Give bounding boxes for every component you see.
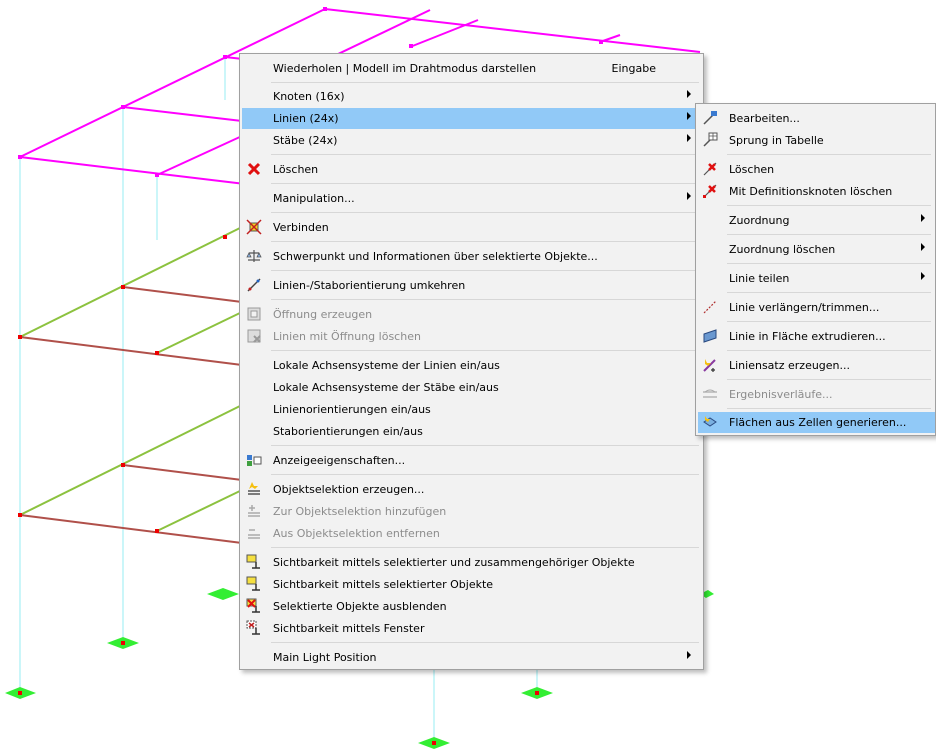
submenu-item-divide-line[interactable]: Linie teilen [698, 268, 935, 289]
menu-item-visibility-selected[interactable]: Sichtbarkeit mittels selektierter Objekt… [242, 574, 701, 595]
visibility-related-icon [246, 554, 262, 570]
submenu-item-line-set[interactable]: Liniensatz erzeugen... [698, 355, 935, 376]
menu-item-member-orientation-toggle[interactable]: Staborientierungen ein/aus [242, 421, 701, 442]
separator [271, 474, 699, 475]
submenu-arrow-icon [687, 134, 691, 142]
menu-item-visibility-related[interactable]: Sichtbarkeit mittels selektierter und zu… [242, 552, 701, 573]
delete-with-nodes-icon [702, 183, 718, 199]
selection-remove-icon [246, 525, 262, 541]
extrude-icon [702, 328, 718, 344]
delete-icon [702, 161, 718, 177]
separator [727, 408, 931, 409]
separator [271, 82, 699, 83]
result-diagram-icon [702, 386, 718, 402]
visibility-window-icon [246, 620, 262, 636]
visibility-selected-icon [246, 576, 262, 592]
submenu-item-delete-with-nodes[interactable]: Mit Definitionsknoten löschen [698, 181, 935, 202]
separator [727, 292, 931, 293]
separator [271, 241, 699, 242]
menu-item-add-to-selection[interactable]: Zur Objektselektion hinzufügen [242, 501, 701, 522]
separator [727, 205, 931, 206]
lines-submenu: Bearbeiten... Sprung in Tabelle Löschen … [695, 103, 936, 436]
submenu-arrow-icon [921, 272, 925, 280]
menu-item-member-axes-toggle[interactable]: Lokale Achsensysteme der Stäbe ein/aus [242, 377, 701, 398]
submenu-item-extrude[interactable]: Linie in Fläche extrudieren... [698, 326, 935, 347]
line-set-icon [702, 357, 718, 373]
opening-create-icon [246, 306, 262, 322]
menu-item-manipulation[interactable]: Manipulation... [242, 188, 701, 209]
separator [271, 350, 699, 351]
submenu-item-jump-table[interactable]: Sprung in Tabelle [698, 130, 935, 151]
extend-trim-icon [702, 299, 718, 315]
menu-item-hide-selected[interactable]: Selektierte Objekte ausblenden [242, 596, 701, 617]
menu-item-reverse-orientation[interactable]: Linien-/Staborientierung umkehren [242, 275, 701, 296]
menu-item-repeat-wireframe[interactable]: Wiederholen | Modell im Drahtmodus darst… [242, 58, 701, 79]
separator [727, 321, 931, 322]
submenu-item-surfaces-from-cells[interactable]: Flächen aus Zellen generieren... [698, 412, 935, 433]
separator [727, 234, 931, 235]
menu-item-visibility-window[interactable]: Sichtbarkeit mittels Fenster [242, 618, 701, 639]
opening-delete-icon [246, 328, 262, 344]
reverse-orientation-icon [246, 277, 262, 293]
edit-icon [702, 110, 718, 126]
submenu-arrow-icon [687, 192, 691, 200]
menu-item-centroid-info[interactable]: Schwerpunkt und Informationen über selek… [242, 246, 701, 267]
menu-item-line-axes-toggle[interactable]: Lokale Achsensysteme der Linien ein/aus [242, 355, 701, 376]
submenu-item-delete[interactable]: Löschen [698, 159, 935, 180]
menu-item-connect[interactable]: Verbinden [242, 217, 701, 238]
menu-item-main-light-position[interactable]: Main Light Position [242, 647, 701, 668]
separator [727, 263, 931, 264]
display-properties-icon [246, 452, 262, 468]
menu-item-remove-from-selection[interactable]: Aus Objektselektion entfernen [242, 523, 701, 544]
separator [271, 183, 699, 184]
separator [727, 154, 931, 155]
jump-table-icon [702, 132, 718, 148]
menu-item-display-properties[interactable]: Anzeigeeigenschaften... [242, 450, 701, 471]
selection-add-icon [246, 503, 262, 519]
separator [271, 547, 699, 548]
submenu-arrow-icon [687, 90, 691, 98]
submenu-item-extend-trim[interactable]: Linie verlängern/trimmen... [698, 297, 935, 318]
context-menu: Wiederholen | Modell im Drahtmodus darst… [239, 53, 704, 670]
separator [271, 642, 699, 643]
separator [271, 299, 699, 300]
menu-item-create-selection[interactable]: Objektselektion erzeugen... [242, 479, 701, 500]
separator [271, 445, 699, 446]
delete-icon [246, 161, 262, 177]
submenu-item-edit[interactable]: Bearbeiten... [698, 108, 935, 129]
selection-create-icon [246, 481, 262, 497]
separator [271, 154, 699, 155]
submenu-arrow-icon [921, 243, 925, 251]
menu-item-lines[interactable]: Linien (24x) [242, 108, 701, 129]
menu-item-delete-lines-with-opening[interactable]: Linien mit Öffnung löschen [242, 326, 701, 347]
hide-objects-icon [246, 598, 262, 614]
surfaces-from-cells-icon [702, 414, 718, 430]
submenu-item-assignment[interactable]: Zuordnung [698, 210, 935, 231]
separator [271, 270, 699, 271]
separator [271, 212, 699, 213]
menu-item-delete[interactable]: Löschen [242, 159, 701, 180]
submenu-arrow-icon [687, 651, 691, 659]
connect-icon [246, 219, 262, 235]
submenu-item-result-diagrams[interactable]: Ergebnisverläufe... [698, 384, 935, 405]
menu-item-line-orientation-toggle[interactable]: Linienorientierungen ein/aus [242, 399, 701, 420]
separator [727, 379, 931, 380]
menu-item-nodes[interactable]: Knoten (16x) [242, 86, 701, 107]
scales-icon [246, 248, 262, 264]
submenu-item-delete-assignment[interactable]: Zuordnung löschen [698, 239, 935, 260]
submenu-arrow-icon [921, 214, 925, 222]
menu-item-create-opening[interactable]: Öffnung erzeugen [242, 304, 701, 325]
separator [727, 350, 931, 351]
menu-item-members[interactable]: Stäbe (24x) [242, 130, 701, 151]
floor-lines [19, 226, 243, 544]
submenu-arrow-icon [687, 112, 691, 120]
